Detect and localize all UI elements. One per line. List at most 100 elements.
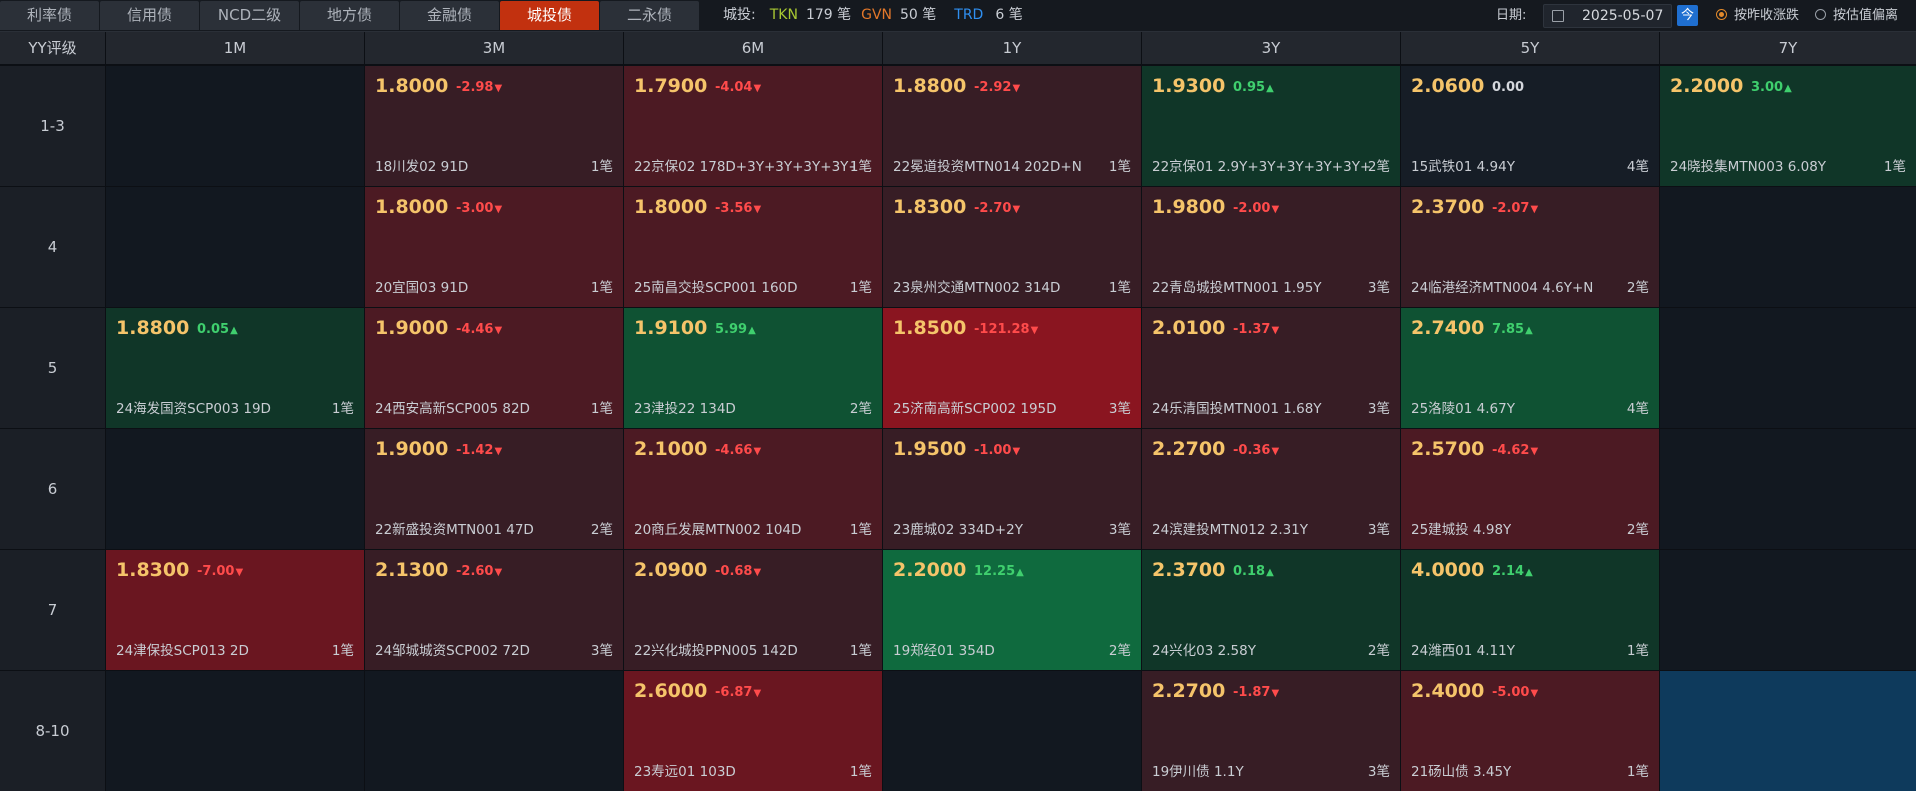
- arrow-down-icon: ▼: [494, 567, 503, 578]
- trade-count: 3笔: [1367, 764, 1390, 780]
- quote-cell[interactable]: 1.9500 -1.00▼ 23鹿城02 334D+2Y 3笔: [883, 429, 1141, 549]
- yield-value: 2.1300: [375, 559, 449, 581]
- empty-cell[interactable]: [365, 671, 623, 791]
- change-value: -0.68▼: [715, 564, 761, 579]
- empty-cell[interactable]: [1660, 671, 1916, 791]
- yield-value: 1.8800: [893, 75, 967, 97]
- quote-cell[interactable]: 2.7400 7.85▲ 25洛陵01 4.67Y 4笔: [1401, 308, 1659, 428]
- quote-cell[interactable]: 1.8300 -7.00▼ 24津保投SCP013 2D 1笔: [106, 550, 364, 670]
- trade-count: 1笔: [849, 159, 872, 175]
- quote-cell[interactable]: 1.9100 5.99▲ 23津投22 134D 2笔: [624, 308, 882, 428]
- column-header-1m[interactable]: 1M: [106, 32, 364, 64]
- empty-cell[interactable]: [106, 66, 364, 186]
- bond-name: 25建城投 4.98Y: [1411, 522, 1512, 538]
- column-header-6m[interactable]: 6M: [624, 32, 882, 64]
- radio-prev-close[interactable]: [1716, 9, 1727, 20]
- radio-valuation-label[interactable]: 按估值偏离: [1833, 0, 1898, 31]
- change-number: 0.00: [1492, 80, 1525, 95]
- quote-cell[interactable]: 1.8000 -2.98▼ 18川发02 91D 1笔: [365, 66, 623, 186]
- tab-3[interactable]: 地方债: [300, 1, 399, 30]
- empty-cell[interactable]: [106, 429, 364, 549]
- yield-value: 1.9100: [634, 317, 708, 339]
- quote-cell[interactable]: 2.2700 -0.36▼ 24滨建投MTN012 2.31Y 3笔: [1142, 429, 1400, 549]
- trd-count: 6 笔: [995, 7, 1023, 23]
- quote-cell[interactable]: 1.8000 -3.56▼ 25南昌交投SCP001 160D 1笔: [624, 187, 882, 307]
- bond-name: 22兴化城投PPN005 142D: [634, 643, 798, 659]
- quote-cell[interactable]: 1.8000 -3.00▼ 20宜国03 91D 1笔: [365, 187, 623, 307]
- yield-value: 1.8800: [116, 317, 190, 339]
- quote-cell[interactable]: 1.9000 -1.42▼ 22新盛投资MTN001 47D 2笔: [365, 429, 623, 549]
- empty-cell[interactable]: [1660, 550, 1916, 670]
- quote-cell[interactable]: 2.0900 -0.68▼ 22兴化城投PPN005 142D 1笔: [624, 550, 882, 670]
- yield-value: 2.1000: [634, 438, 708, 460]
- empty-cell[interactable]: [1660, 429, 1916, 549]
- bond-name: 24津保投SCP013 2D: [116, 643, 249, 659]
- quote-cell[interactable]: 2.1000 -4.66▼ 20商丘发展MTN002 104D 1笔: [624, 429, 882, 549]
- quote-cell[interactable]: 2.0100 -1.37▼ 24乐清国投MTN001 1.68Y 3笔: [1142, 308, 1400, 428]
- change-value: 0.00: [1492, 80, 1524, 95]
- yield-value: 1.8000: [634, 196, 708, 218]
- tab-0[interactable]: 利率债: [0, 1, 99, 30]
- column-header-7y[interactable]: 7Y: [1660, 32, 1916, 64]
- arrow-up-icon: ▲: [1266, 567, 1274, 578]
- tab-6[interactable]: 二永债: [600, 1, 699, 30]
- tab-2[interactable]: NCD二级: [200, 1, 299, 30]
- tkn-label: TKN: [769, 7, 798, 23]
- quote-cell[interactable]: 2.2000 3.00▲ 24晓投集MTN003 6.08Y 1笔: [1660, 66, 1916, 186]
- quote-cell[interactable]: 1.9300 0.95▲ 22京保01 2.9Y+3Y+3Y+3Y+3Y+3' 2笔: [1142, 66, 1400, 186]
- radio-prev-close-label[interactable]: 按昨收涨跌: [1734, 0, 1799, 31]
- quote-cell[interactable]: 2.3700 -2.07▼ 24临港经济MTN004 4.6Y+N 2笔: [1401, 187, 1659, 307]
- empty-cell[interactable]: [1660, 187, 1916, 307]
- gvn-label: GVN: [861, 7, 893, 23]
- quote-cell[interactable]: 1.8500 -121.28▼ 25济南高新SCP002 195D 3笔: [883, 308, 1141, 428]
- tab-4[interactable]: 金融债: [400, 1, 499, 30]
- trade-count: 2笔: [1108, 643, 1131, 659]
- quote-cell[interactable]: 1.8300 -2.70▼ 23泉州交通MTN002 314D 1笔: [883, 187, 1141, 307]
- quote-cell[interactable]: 2.2700 -1.87▼ 19伊川债 1.1Y 3笔: [1142, 671, 1400, 791]
- quote-cell[interactable]: 2.3700 0.18▲ 24兴化03 2.58Y 2笔: [1142, 550, 1400, 670]
- bond-name: 23寿远01 103D: [634, 764, 736, 780]
- gvn-count: 50 笔: [900, 7, 937, 23]
- trade-count: 2笔: [1626, 280, 1649, 296]
- yield-value: 2.0900: [634, 559, 708, 581]
- trade-count: 1笔: [331, 401, 354, 417]
- tab-5[interactable]: 城投债: [500, 1, 599, 30]
- quote-cell[interactable]: 1.7900 -4.04▼ 22京保02 178D+3Y+3Y+3Y+3Y+3 1笔: [624, 66, 882, 186]
- trade-count: 3笔: [1367, 522, 1390, 538]
- change-value: -1.42▼: [456, 443, 502, 458]
- quote-cell[interactable]: 2.4000 -5.00▼ 21砀山债 3.45Y 1笔: [1401, 671, 1659, 791]
- bond-name: 24临港经济MTN004 4.6Y+N: [1411, 280, 1594, 296]
- empty-cell[interactable]: [883, 671, 1141, 791]
- quote-cell[interactable]: 1.9000 -4.46▼ 24西安高新SCP005 82D 1笔: [365, 308, 623, 428]
- yield-value: 1.8300: [116, 559, 190, 581]
- change-number: 7.85: [1492, 322, 1525, 337]
- quote-cell[interactable]: 2.2000 12.25▲ 19郑经01 354D 2笔: [883, 550, 1141, 670]
- empty-cell[interactable]: [1660, 308, 1916, 428]
- column-header-3y[interactable]: 3Y: [1142, 32, 1400, 64]
- change-value: -2.07▼: [1492, 201, 1538, 216]
- row-header: 5: [0, 308, 105, 428]
- quote-cell[interactable]: 2.0600 0.00 15武铁01 4.94Y 4笔: [1401, 66, 1659, 186]
- arrow-down-icon: ▼: [494, 83, 503, 94]
- column-header-1y[interactable]: 1Y: [883, 32, 1141, 64]
- quote-cell[interactable]: 1.8800 -2.92▼ 22冕道投资MTN014 202D+N 1笔: [883, 66, 1141, 186]
- tab-1[interactable]: 信用债: [100, 1, 199, 30]
- radio-valuation[interactable]: [1815, 9, 1826, 20]
- quote-cell[interactable]: 2.5700 -4.62▼ 25建城投 4.98Y 2笔: [1401, 429, 1659, 549]
- column-header-3m[interactable]: 3M: [365, 32, 623, 64]
- column-header-5y[interactable]: 5Y: [1401, 32, 1659, 64]
- today-button[interactable]: 今: [1677, 5, 1698, 26]
- quote-cell[interactable]: 4.0000 2.14▲ 24潍西01 4.11Y 1笔: [1401, 550, 1659, 670]
- quote-cell[interactable]: 2.1300 -2.60▼ 24邹城城资SCP002 72D 3笔: [365, 550, 623, 670]
- change-value: -4.66▼: [715, 443, 761, 458]
- quote-cell[interactable]: 1.9800 -2.00▼ 22青岛城投MTN001 1.95Y 3笔: [1142, 187, 1400, 307]
- change-number: -121.28: [974, 322, 1030, 337]
- change-number: -4.04: [715, 80, 753, 95]
- empty-cell[interactable]: [106, 671, 364, 791]
- change-value: -2.98▼: [456, 80, 502, 95]
- date-picker[interactable]: 2025-05-07: [1543, 4, 1672, 28]
- empty-cell[interactable]: [106, 187, 364, 307]
- quote-cell[interactable]: 1.8800 0.05▲ 24海发国资SCP003 19D 1笔: [106, 308, 364, 428]
- quote-cell[interactable]: 2.6000 -6.87▼ 23寿远01 103D 1笔: [624, 671, 882, 791]
- bond-name: 22青岛城投MTN001 1.95Y: [1152, 280, 1322, 296]
